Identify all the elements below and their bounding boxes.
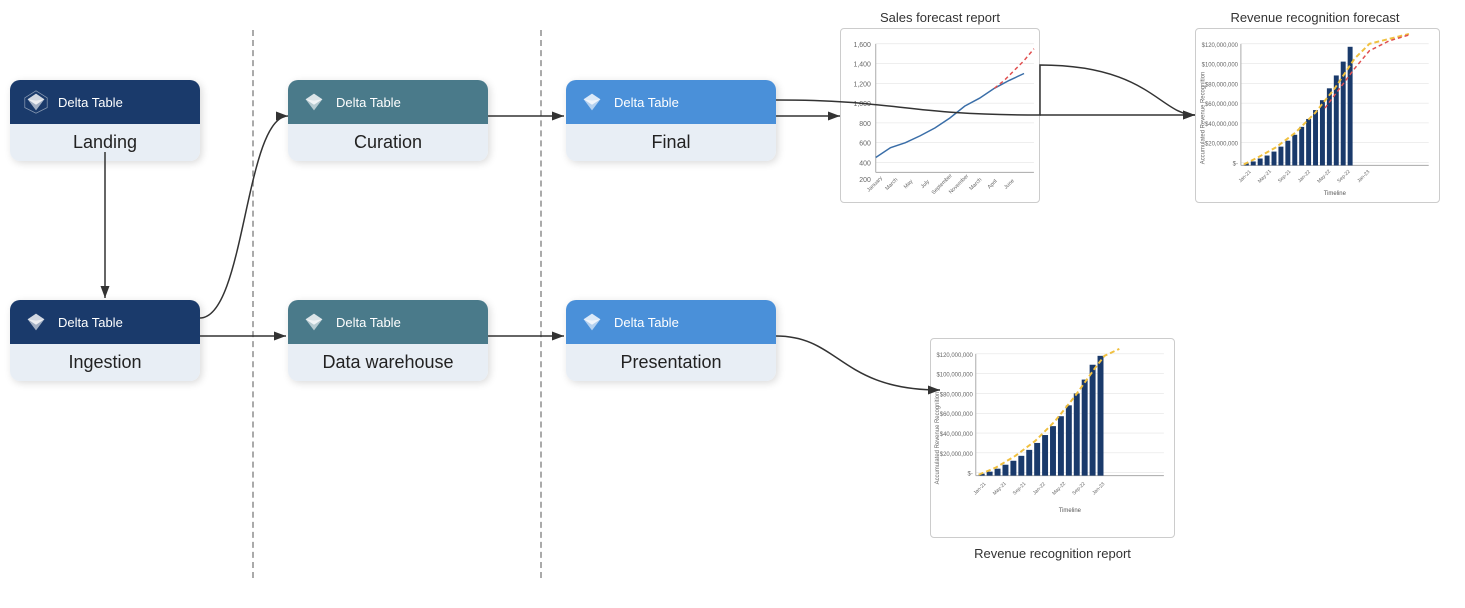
- revenue-forecast-chart: Accumulated Revenue Recognition $120,000…: [1195, 28, 1440, 203]
- svg-text:800: 800: [859, 121, 871, 128]
- diagram-container: Delta Table Landing Delta Table Ingestio…: [0, 0, 1465, 608]
- svg-text:$-: $-: [1233, 161, 1238, 167]
- svg-text:1,600: 1,600: [854, 42, 871, 49]
- datawarehouse-body-label: Data warehouse: [288, 344, 488, 381]
- sales-forecast-title: Sales forecast report: [840, 10, 1040, 25]
- svg-text:$60,000,000: $60,000,000: [940, 412, 974, 418]
- svg-text:Sep-21: Sep-21: [1012, 481, 1028, 497]
- svg-text:$20,000,000: $20,000,000: [1205, 142, 1239, 148]
- node-curation: Delta Table Curation: [288, 80, 488, 161]
- svg-text:May-21: May-21: [1257, 168, 1273, 184]
- sales-forecast-chart: 1,600 1,400 1,200 1,000 800 600 400 200 …: [840, 28, 1040, 203]
- databricks-icon-curation: [300, 88, 328, 116]
- curation-body-label: Curation: [288, 124, 488, 161]
- svg-text:Jan-23: Jan-23: [1356, 169, 1371, 184]
- revenue-report-svg: Accumulated Revenue Recognition $120,000…: [931, 339, 1174, 537]
- svg-text:$-: $-: [968, 472, 973, 478]
- svg-text:$100,000,000: $100,000,000: [1202, 63, 1239, 69]
- databricks-icon-landing: [22, 88, 50, 116]
- svg-text:Jan-23: Jan-23: [1091, 481, 1106, 496]
- svg-text:Timeline: Timeline: [1324, 191, 1347, 197]
- revenue-report-title: Revenue recognition report: [930, 546, 1175, 561]
- svg-text:1,000: 1,000: [854, 101, 871, 108]
- datawarehouse-header-label: Delta Table: [336, 315, 401, 330]
- revenue-report-chart: Accumulated Revenue Recognition $120,000…: [930, 338, 1175, 538]
- final-header-label: Delta Table: [614, 95, 679, 110]
- svg-text:May-22: May-22: [1316, 168, 1332, 184]
- svg-text:1,400: 1,400: [854, 62, 871, 69]
- ingestion-body-label: Ingestion: [10, 344, 200, 381]
- svg-text:$40,000,000: $40,000,000: [940, 432, 974, 438]
- databricks-icon-ingestion: [22, 308, 50, 336]
- final-body-label: Final: [566, 124, 776, 161]
- node-landing: Delta Table Landing: [10, 80, 200, 161]
- presentation-body-label: Presentation: [566, 344, 776, 381]
- svg-text:$40,000,000: $40,000,000: [1205, 122, 1239, 128]
- landing-body-label: Landing: [10, 124, 200, 161]
- svg-text:May: May: [903, 179, 915, 191]
- databricks-icon-presentation: [578, 308, 606, 336]
- ingestion-header-label: Delta Table: [58, 315, 123, 330]
- svg-text:Sep-22: Sep-22: [1071, 481, 1087, 497]
- svg-text:$60,000,000: $60,000,000: [1205, 102, 1239, 108]
- divider-2: [540, 30, 542, 578]
- node-datawarehouse: Delta Table Data warehouse: [288, 300, 488, 381]
- svg-text:400: 400: [859, 160, 871, 167]
- svg-text:Sep-21: Sep-21: [1277, 169, 1293, 185]
- svg-text:Sep-22: Sep-22: [1336, 169, 1352, 185]
- svg-text:$120,000,000: $120,000,000: [936, 353, 973, 359]
- svg-text:May-22: May-22: [1051, 481, 1067, 497]
- svg-text:$80,000,000: $80,000,000: [1205, 82, 1239, 88]
- svg-text:Jan-21: Jan-21: [1238, 169, 1253, 184]
- svg-text:$20,000,000: $20,000,000: [940, 452, 974, 458]
- databricks-icon-final: [578, 88, 606, 116]
- svg-text:$80,000,000: $80,000,000: [940, 392, 974, 398]
- svg-text:1,200: 1,200: [854, 81, 871, 88]
- svg-text:March: March: [968, 177, 983, 192]
- node-presentation: Delta Table Presentation: [566, 300, 776, 381]
- landing-header-label: Delta Table: [58, 95, 123, 110]
- svg-text:$100,000,000: $100,000,000: [936, 373, 973, 379]
- divider-1: [252, 30, 254, 578]
- svg-text:Jan-22: Jan-22: [1032, 481, 1047, 496]
- revenue-forecast-svg: Accumulated Revenue Recognition $120,000…: [1196, 29, 1439, 202]
- svg-text:200: 200: [859, 177, 871, 184]
- node-final: Delta Table Final: [566, 80, 776, 161]
- svg-text:June: June: [1003, 178, 1016, 191]
- svg-text:April: April: [987, 179, 999, 191]
- svg-text:$120,000,000: $120,000,000: [1202, 43, 1239, 49]
- curation-header-label: Delta Table: [336, 95, 401, 110]
- svg-text:600: 600: [859, 141, 871, 148]
- svg-text:Timeline: Timeline: [1059, 508, 1082, 514]
- sales-forecast-svg: 1,600 1,400 1,200 1,000 800 600 400 200 …: [841, 29, 1039, 202]
- presentation-header-label: Delta Table: [614, 315, 679, 330]
- svg-text:March: March: [884, 177, 899, 192]
- databricks-icon-datawarehouse: [300, 308, 328, 336]
- revenue-forecast-title: Revenue recognition forecast: [1200, 10, 1430, 25]
- svg-text:July: July: [920, 179, 931, 190]
- svg-text:May-21: May-21: [992, 481, 1008, 497]
- svg-text:Jan-22: Jan-22: [1297, 169, 1312, 184]
- svg-text:Jan-21: Jan-21: [973, 481, 988, 496]
- node-ingestion: Delta Table Ingestion: [10, 300, 200, 381]
